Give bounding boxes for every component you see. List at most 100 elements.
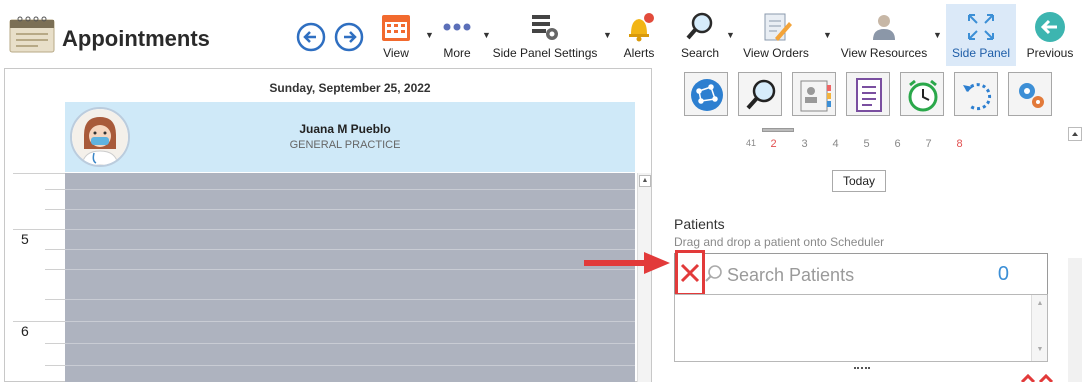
view-label: View	[383, 46, 409, 60]
resources-icon	[873, 15, 895, 40]
ellipsis-icon	[443, 23, 471, 31]
alerts-button[interactable]: Alerts	[616, 4, 662, 66]
grid-line	[65, 189, 635, 190]
red-arrow-icon	[584, 252, 670, 274]
view-orders-button[interactable]: View Orders	[740, 4, 812, 66]
time-slot-divider	[45, 269, 65, 270]
time-label-5: 5	[21, 231, 29, 247]
patient-count: 0	[997, 263, 1009, 285]
provider-name: Juana M Pueblo	[299, 122, 391, 136]
calendar-day[interactable]: 8	[944, 138, 975, 150]
results-scrollbar[interactable]: ▲ ▼	[1031, 295, 1047, 361]
time-slot-divider	[45, 299, 65, 300]
grid-line	[65, 229, 635, 230]
date-header: Sunday, September 25, 2022	[269, 81, 431, 95]
more-dropdown-icon[interactable]: ▼	[482, 30, 491, 40]
search-tool-button[interactable]	[738, 72, 782, 116]
alarm-clock-icon	[908, 79, 938, 112]
time-slot-divider	[45, 249, 65, 250]
search-label: Search	[680, 46, 720, 60]
search-patients-input[interactable]	[727, 262, 997, 288]
settings-list-icon	[532, 15, 558, 40]
doctor-avatar-icon	[72, 109, 128, 165]
time-slot-divider	[13, 173, 65, 174]
back-arrow-icon[interactable]	[296, 22, 326, 52]
calendar-day[interactable]: 3	[789, 138, 820, 150]
time-label-6: 6	[21, 323, 29, 339]
view-orders-label: View Orders	[743, 46, 809, 60]
calendar-day[interactable]: 5	[851, 138, 882, 150]
view-resources-button[interactable]: View Resources	[840, 4, 928, 66]
today-button[interactable]: Today	[832, 170, 886, 192]
search-button[interactable]: Search	[678, 4, 722, 66]
results-scroll-down-icon[interactable]: ▼	[1034, 345, 1046, 357]
time-slot-divider	[45, 343, 65, 344]
mini-calendar-days: 41 2 3 4 5 6 7 8	[744, 138, 975, 150]
view-button[interactable]: View	[374, 4, 418, 66]
refresh-icon	[963, 83, 992, 111]
view-dropdown-icon[interactable]: ▼	[425, 30, 434, 40]
gears-button[interactable]	[1008, 72, 1052, 116]
provider-header[interactable]: Juana M Pueblo GENERAL PRACTICE	[65, 102, 635, 172]
side-panel-settings-label: Side Panel Settings	[492, 46, 598, 60]
side-panel-scrollbar[interactable]	[1068, 258, 1082, 382]
calendar-day[interactable]: 2	[758, 138, 789, 150]
side-panel-label: Side Panel	[951, 46, 1011, 60]
scroll-up-icon[interactable]: ▲	[639, 175, 651, 187]
checklist-button[interactable]	[846, 72, 890, 116]
calendar-day[interactable]: 4	[820, 138, 851, 150]
orders-icon	[764, 13, 792, 41]
alarm-clock-button[interactable]	[900, 72, 944, 116]
calendar-day[interactable]: 7	[913, 138, 944, 150]
network-icon	[691, 79, 723, 111]
view-resources-label: View Resources	[840, 46, 928, 60]
refresh-button[interactable]	[954, 72, 998, 116]
previous-button[interactable]: Previous	[1022, 4, 1078, 66]
patients-hint: Drag and drop a patient onto Scheduler	[674, 235, 885, 249]
grid-line	[65, 299, 635, 300]
bell-icon	[629, 13, 654, 42]
provider-specialty: GENERAL PRACTICE	[289, 139, 401, 151]
resize-grip[interactable]	[854, 367, 870, 370]
mini-calendar-handle[interactable]	[762, 128, 794, 132]
page-title: Appointments	[62, 26, 210, 51]
time-slot-divider	[45, 189, 65, 190]
calendar-day[interactable]: 6	[882, 138, 913, 150]
time-slot-divider	[45, 209, 65, 210]
time-slot-divider	[13, 229, 65, 230]
calendar-icon	[382, 15, 410, 41]
appointment-book-icon	[9, 16, 55, 53]
grid-line	[65, 249, 635, 250]
patients-heading: Patients	[674, 216, 725, 232]
search-dropdown-icon[interactable]: ▼	[726, 30, 735, 40]
back-icon	[1035, 12, 1065, 42]
time-slot-divider	[45, 365, 65, 366]
alerts-label: Alerts	[623, 46, 655, 60]
previous-label: Previous	[1026, 46, 1074, 60]
network-button[interactable]	[684, 72, 728, 116]
view-resources-dropdown-icon[interactable]: ▼	[933, 30, 942, 40]
avatar	[70, 107, 130, 167]
side-panel-settings-button[interactable]: Side Panel Settings	[492, 4, 598, 66]
clear-search-button[interactable]	[675, 250, 705, 296]
search-icon	[705, 265, 722, 282]
red-mark-icon	[1020, 374, 1054, 382]
time-slot-divider	[13, 321, 65, 322]
grid-line	[65, 343, 635, 344]
more-button[interactable]: More	[436, 4, 478, 66]
results-scroll-up-icon[interactable]: ▲	[1034, 299, 1046, 311]
checklist-icon	[856, 78, 882, 112]
patient-search-box: 0	[674, 250, 1048, 296]
side-panel-button[interactable]: Side Panel	[946, 4, 1016, 66]
search-icon	[746, 79, 776, 110]
contact-card-icon	[800, 80, 831, 112]
panel-scroll-up-icon[interactable]	[1068, 127, 1082, 141]
forward-arrow-icon[interactable]	[334, 22, 364, 52]
grid-line	[65, 365, 635, 366]
patient-results-list[interactable]: ▲ ▼	[674, 294, 1048, 362]
side-panel-settings-dropdown-icon[interactable]: ▼	[603, 30, 612, 40]
view-orders-dropdown-icon[interactable]: ▼	[823, 30, 832, 40]
schedule-grid[interactable]	[65, 173, 635, 382]
contact-card-button[interactable]	[792, 72, 836, 116]
close-icon	[680, 263, 700, 283]
